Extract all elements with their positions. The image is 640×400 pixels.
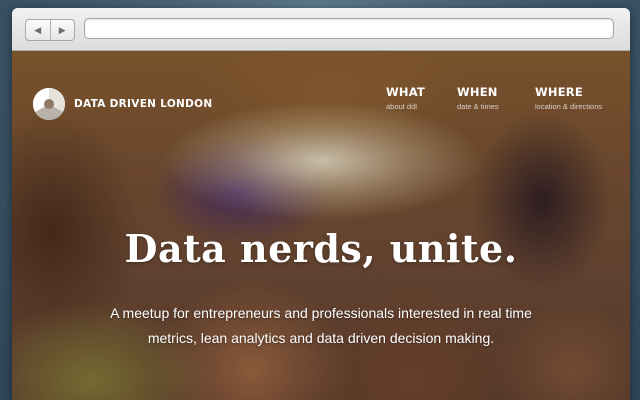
history-buttons: ◀ ▶ bbox=[25, 19, 75, 41]
desktop-background: ◀ ▶ DATA DRIVEN LONDON WHAT about ddl WH… bbox=[0, 0, 640, 400]
hero-tagline: A meetup for entrepreneurs and professio… bbox=[110, 305, 532, 346]
chevron-left-icon: ◀ bbox=[34, 24, 42, 35]
main-nav: WHAT about ddl WHEN date & times WHERE l… bbox=[12, 85, 630, 115]
nav-item-title: WHEN bbox=[457, 85, 498, 99]
chevron-right-icon: ▶ bbox=[58, 24, 66, 35]
forward-button[interactable]: ▶ bbox=[49, 20, 75, 40]
nav-item-title: WHAT bbox=[386, 85, 425, 99]
browser-window: ◀ ▶ DATA DRIVEN LONDON WHAT about ddl WH… bbox=[12, 8, 630, 400]
address-bar[interactable] bbox=[84, 18, 614, 39]
nav-item-where[interactable]: WHERE location & directions bbox=[535, 85, 602, 111]
nav-item-subtitle: date & times bbox=[457, 102, 499, 111]
nav-item-title: WHERE bbox=[535, 85, 583, 99]
back-button[interactable]: ◀ bbox=[26, 20, 50, 40]
nav-item-subtitle: about ddl bbox=[386, 102, 417, 111]
nav-item-subtitle: location & directions bbox=[535, 102, 603, 111]
browser-toolbar: ◀ ▶ bbox=[12, 8, 630, 51]
nav-item-what[interactable]: WHAT about ddl bbox=[386, 85, 425, 111]
nav-item-when[interactable]: WHEN date & times bbox=[457, 85, 499, 111]
hero-headline: Data nerds, unite. bbox=[124, 226, 518, 272]
hero-section: DATA DRIVEN LONDON WHAT about ddl WHEN d… bbox=[12, 51, 630, 400]
